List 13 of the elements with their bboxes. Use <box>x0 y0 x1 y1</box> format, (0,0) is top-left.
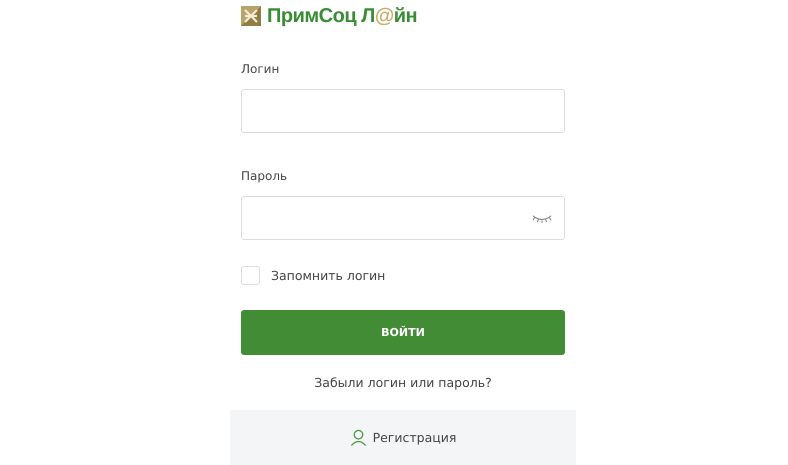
register-link[interactable]: Регистрация <box>350 429 456 446</box>
login-field[interactable] <box>241 89 565 133</box>
user-icon <box>350 429 367 446</box>
logo-icon <box>241 6 261 26</box>
closed-eye-icon[interactable] <box>532 212 552 224</box>
field-label: Логин <box>241 62 280 76</box>
forgot-password-link[interactable]: Забыли логин или пароль? <box>314 375 492 390</box>
password-field[interactable] <box>241 196 565 240</box>
checkbox-label: Запомнить логин <box>271 268 386 283</box>
remember-checkbox[interactable] <box>241 266 260 285</box>
logo-text: ПримСоц Л@йн <box>267 4 418 28</box>
login-button[interactable]: ВОЙТИ <box>241 310 565 355</box>
field-label: Пароль <box>241 169 288 183</box>
